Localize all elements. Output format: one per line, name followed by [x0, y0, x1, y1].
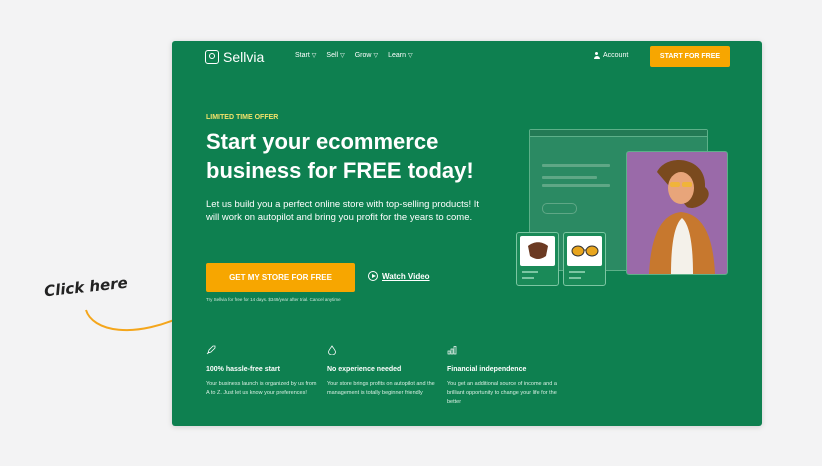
get-my-store-button[interactable]: GET MY STORE FOR FREE — [206, 263, 355, 292]
chevron-down-icon: ▽ — [340, 53, 345, 59]
mockup-button — [542, 203, 577, 214]
feature-no-experience: No experience needed Your store brings p… — [327, 342, 439, 398]
mockup-line — [542, 184, 610, 187]
account-label: Account — [603, 52, 629, 59]
menu-item-label: Sell — [326, 52, 339, 59]
top-nav: Sellvia Start ▽ Sell ▽ Grow ▽ Learn ▽ Accoun… — [172, 41, 762, 73]
menu-item-grow[interactable]: Grow ▽ — [355, 52, 378, 59]
product-line — [569, 271, 585, 273]
product-line — [522, 277, 534, 279]
landing-page: Sellvia Start ▽ Sell ▽ Grow ▽ Learn ▽ Accoun… — [172, 41, 762, 426]
rocket-icon — [206, 345, 216, 355]
menu-item-start[interactable]: Start ▽ — [295, 52, 316, 59]
trial-note: Try Sellvia for free for 14 days. $349/y… — [206, 297, 341, 302]
user-icon — [593, 52, 600, 59]
feature-hassle-free: 100% hassle-free start Your business lau… — [206, 342, 318, 398]
product-line — [522, 271, 538, 273]
bag-product-icon — [520, 236, 555, 266]
window-title-bar — [530, 130, 707, 137]
chevron-down-icon: ▽ — [311, 53, 317, 59]
feature-title: Financial independence — [447, 366, 527, 373]
menu-item-label: Grow — [354, 52, 372, 59]
click-here-annotation: Click here — [43, 273, 129, 301]
menu-item-sell[interactable]: Sell ▽ — [326, 52, 344, 59]
watch-video-label: Watch Video — [382, 271, 430, 281]
watch-video-link[interactable]: Watch Video — [368, 271, 430, 281]
chevron-down-icon: ▽ — [373, 53, 379, 59]
menu-item-label: Learn — [388, 52, 406, 59]
mockup-line — [542, 164, 610, 167]
limited-offer-label: LIMITED TIME OFFER — [206, 114, 279, 121]
main-menu: Start ▽ Sell ▽ Grow ▽ Learn ▽ — [295, 52, 413, 59]
product-card-sunglasses — [563, 232, 606, 286]
feature-text: Your business launch is organized by us … — [206, 381, 317, 396]
menu-item-label: Start — [295, 52, 310, 59]
logo-text: Sellvia — [223, 49, 265, 65]
chevron-down-icon: ▽ — [408, 53, 413, 59]
product-card-bag — [516, 232, 559, 286]
drop-icon — [328, 345, 336, 356]
product-line — [569, 277, 581, 279]
account-link[interactable]: Account — [593, 52, 628, 59]
feature-text: Your store brings profits on autopilot a… — [327, 381, 435, 396]
store-logo-icon — [205, 50, 219, 64]
feature-financial-independence: Financial independence You get an additi… — [447, 342, 559, 407]
play-icon — [368, 271, 378, 281]
sellvia-logo[interactable]: Sellvia — [205, 49, 264, 65]
woman-illustration — [649, 160, 715, 274]
mockup-line — [542, 176, 597, 179]
feature-title: 100% hassle-free start — [206, 366, 280, 373]
sunglasses-product-icon — [567, 236, 602, 266]
happy-woman-photo — [626, 151, 728, 275]
hero-description: Let us build you a perfect online store … — [206, 199, 480, 223]
bar-chart-icon — [447, 346, 457, 355]
feature-title: No experience needed — [327, 366, 402, 373]
start-for-free-button[interactable]: START FOR FREE — [650, 46, 730, 67]
menu-item-learn[interactable]: Learn ▽ — [388, 52, 413, 59]
hero-headline: Start your ecommerce business for FREE t… — [206, 129, 474, 183]
feature-text: You get an additional source of income a… — [447, 381, 557, 405]
